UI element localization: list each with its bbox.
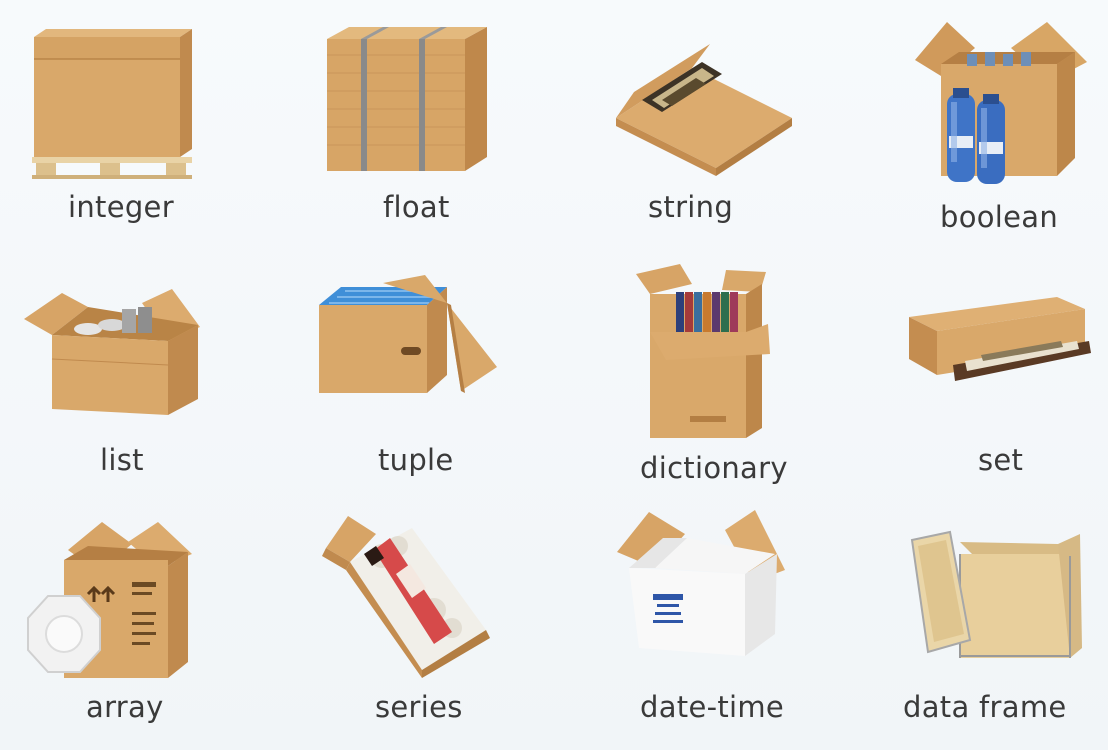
data-frame-label: data frame <box>903 690 1067 724</box>
array-item <box>27 522 208 682</box>
pallet-box-icon <box>32 29 192 179</box>
data-frame-item <box>910 530 1090 665</box>
date-time-item <box>615 508 795 660</box>
flat-sheets-stack-icon <box>327 27 487 171</box>
dictionary-item <box>630 262 775 442</box>
string-item <box>612 40 797 180</box>
boolean-item <box>907 18 1092 188</box>
list-label: list <box>100 443 144 477</box>
file-box-icon <box>319 275 497 393</box>
series-item <box>322 510 507 680</box>
data-types-illustration: integer float string boolean list tuple … <box>0 0 1108 750</box>
series-label: series <box>375 690 463 724</box>
wardrobe-box-icon <box>636 264 770 438</box>
tuple-label: tuple <box>378 443 454 477</box>
string-label: string <box>648 190 734 224</box>
dictionary-label: dictionary <box>640 451 788 485</box>
frame-box-icon <box>909 297 1091 381</box>
set-label: set <box>978 443 1024 477</box>
float-item <box>325 25 495 175</box>
list-item <box>22 285 207 420</box>
plywood-crate-icon <box>910 530 1082 658</box>
box-with-bottles-icon <box>915 22 1087 184</box>
integer-item <box>30 25 200 185</box>
integer-label: integer <box>68 190 174 224</box>
boolean-label: boolean <box>940 200 1059 234</box>
mailer-box-icon <box>616 44 792 176</box>
tuple-item <box>315 275 500 400</box>
set-item <box>907 295 1092 400</box>
array-label: array <box>86 690 164 724</box>
float-label: float <box>383 190 450 224</box>
insulated-box-icon <box>617 510 785 656</box>
hazmat-box-with-lid-icon <box>27 522 192 678</box>
date-time-label: date-time <box>640 690 785 724</box>
wine-bottle-box-icon <box>322 516 490 678</box>
open-box-with-cans-icon <box>24 289 200 415</box>
